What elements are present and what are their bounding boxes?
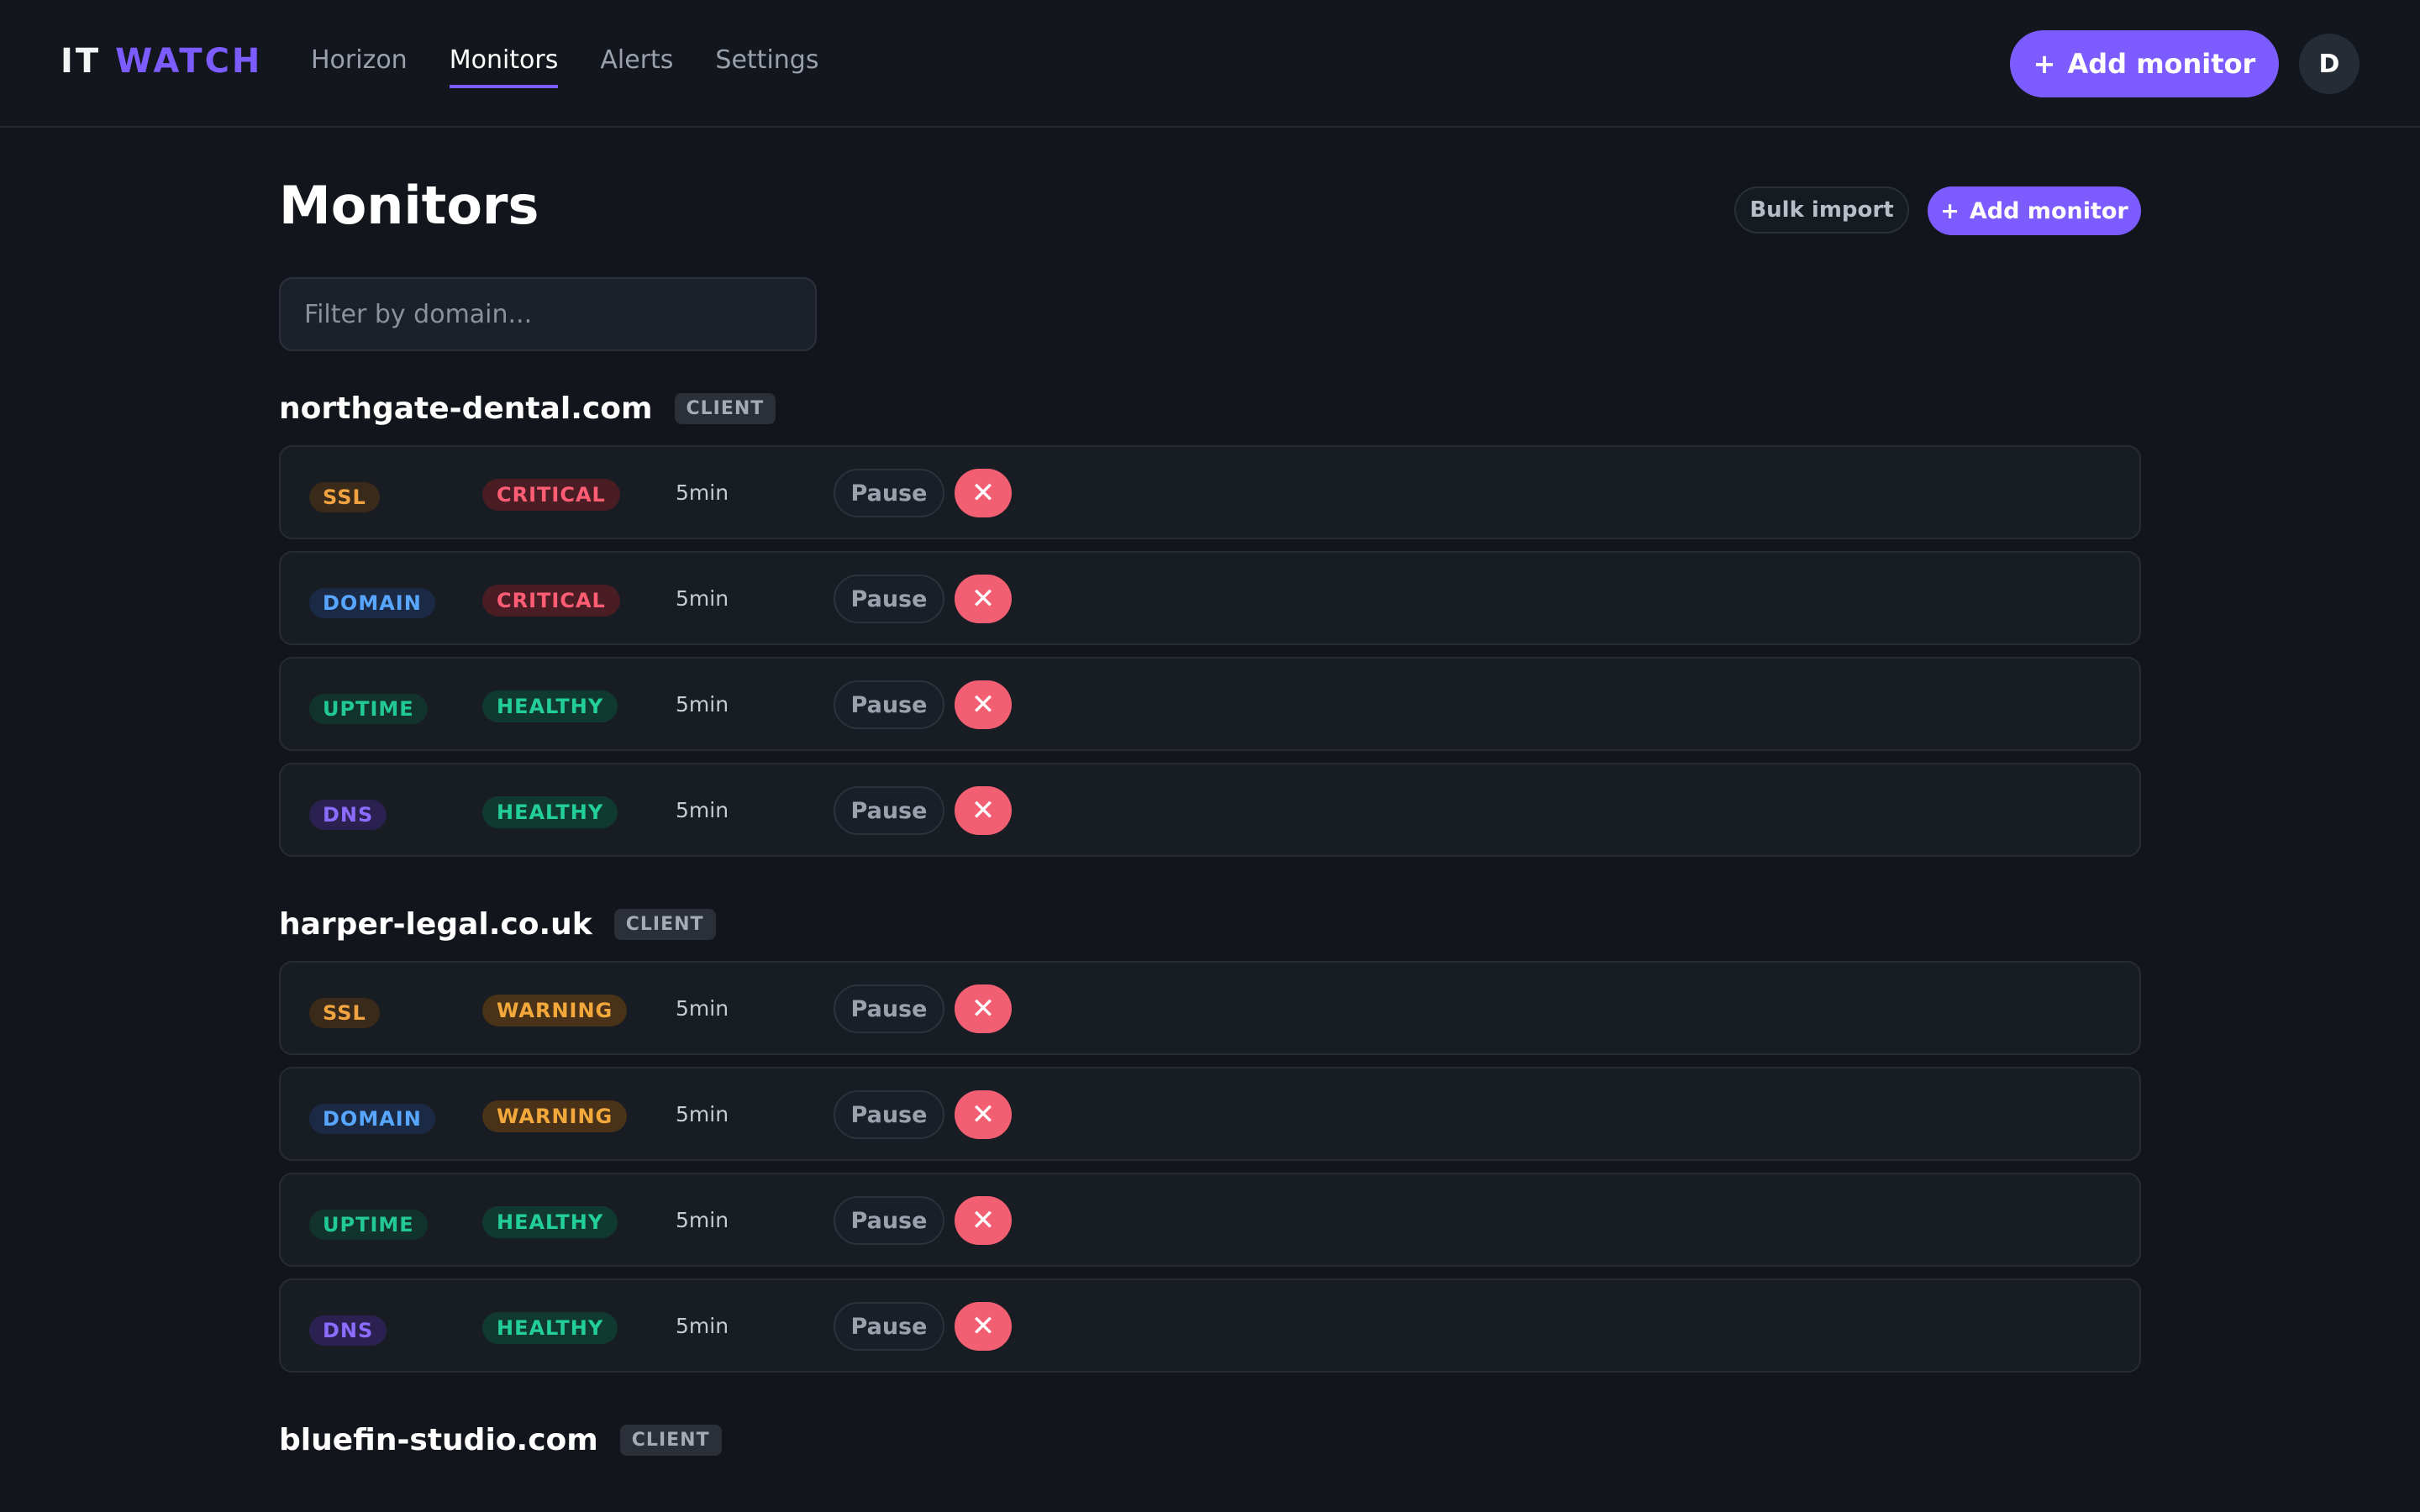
- monitor-list: SSL CRITICAL 5min Pause ✕ DOMAIN CRITICAL 5min P…: [279, 445, 2141, 857]
- monitor-type-tag: SSL: [309, 482, 380, 512]
- page-title: Monitors: [279, 175, 539, 236]
- close-icon: ✕: [971, 1310, 996, 1343]
- monitor-interval: 5min: [676, 996, 729, 1021]
- client-badge: CLIENT: [674, 392, 776, 424]
- close-icon: ✕: [971, 1204, 996, 1237]
- monitor-type-tag: DNS: [309, 1315, 387, 1346]
- monitor-group: bluefin-studio.com CLIENT: [279, 1415, 2141, 1477]
- monitor-status-badge: HEALTHY: [482, 796, 618, 828]
- monitor-row: DNS HEALTHY 5min Pause ✕: [279, 763, 2141, 857]
- group-header: bluefin-studio.com CLIENT: [279, 1415, 2141, 1465]
- logo[interactable]: IT WATCH: [60, 42, 262, 81]
- monitor-interval: 5min: [676, 1314, 729, 1338]
- monitor-status-badge: HEALTHY: [482, 690, 618, 722]
- monitor-list: SSL WARNING 5min Pause ✕ DOMAIN WARNING 5min Pau…: [279, 961, 2141, 1373]
- monitor-type-tag: SSL: [309, 998, 380, 1028]
- monitor-interval: 5min: [676, 798, 729, 822]
- monitor-status-badge: CRITICAL: [482, 479, 620, 511]
- monitor-row: SSL WARNING 5min Pause ✕: [279, 961, 2141, 1055]
- top-bar: IT WATCH Horizon Monitors Alerts Setting…: [0, 0, 2420, 128]
- pause-button[interactable]: Pause: [834, 469, 944, 517]
- avatar[interactable]: D: [2299, 34, 2360, 94]
- close-icon: ✕: [971, 476, 996, 510]
- add-monitor-button[interactable]: + Add monitor: [1928, 186, 2141, 235]
- monitor-status-badge: HEALTHY: [482, 1312, 618, 1344]
- monitor-row: UPTIME HEALTHY 5min Pause ✕: [279, 657, 2141, 751]
- monitor-interval: 5min: [676, 692, 729, 717]
- monitor-row: UPTIME HEALTHY 5min Pause ✕: [279, 1173, 2141, 1267]
- nav-item-monitors[interactable]: Monitors: [449, 45, 559, 88]
- nav-item-settings[interactable]: Settings: [715, 45, 818, 88]
- nav-item-alerts[interactable]: Alerts: [600, 45, 673, 88]
- group-header: northgate-dental.com CLIENT: [279, 383, 2141, 433]
- monitor-type-tag: UPTIME: [309, 694, 428, 724]
- main-nav: Horizon Monitors Alerts Settings: [311, 45, 818, 88]
- monitor-type-tag: DOMAIN: [309, 1104, 435, 1134]
- monitor-type-tag: UPTIME: [309, 1210, 428, 1240]
- pause-button[interactable]: Pause: [834, 1090, 944, 1139]
- add-monitor-label: Add monitor: [1969, 197, 2128, 224]
- monitor-group: northgate-dental.com CLIENT SSL CRITICAL 5mi…: [279, 383, 2141, 869]
- plus-icon: +: [1940, 197, 1960, 224]
- close-icon: ✕: [971, 992, 996, 1026]
- monitor-status-badge: CRITICAL: [482, 585, 620, 617]
- header-add-monitor-label: Add monitor: [2067, 48, 2256, 80]
- pause-button[interactable]: Pause: [834, 575, 944, 623]
- monitor-interval: 5min: [676, 586, 729, 611]
- logo-part-it: IT: [60, 42, 102, 81]
- remove-monitor-button[interactable]: ✕: [955, 1302, 1012, 1351]
- monitor-type-tag: DOMAIN: [309, 588, 435, 618]
- group-domain[interactable]: harper-legal.co.uk: [279, 907, 592, 942]
- group-domain[interactable]: bluefin-studio.com: [279, 1423, 598, 1457]
- remove-monitor-button[interactable]: ✕: [955, 786, 1012, 835]
- client-badge: CLIENT: [619, 1424, 722, 1456]
- domain-filter-input[interactable]: [279, 277, 817, 351]
- close-icon: ✕: [971, 582, 996, 616]
- monitor-status-badge: WARNING: [482, 995, 628, 1026]
- close-icon: ✕: [971, 688, 996, 722]
- monitor-row: DOMAIN CRITICAL 5min Pause ✕: [279, 551, 2141, 645]
- monitor-interval: 5min: [676, 1208, 729, 1232]
- client-badge: CLIENT: [613, 908, 716, 940]
- remove-monitor-button[interactable]: ✕: [955, 575, 1012, 623]
- monitor-group: harper-legal.co.uk CLIENT SSL WARNING 5min Pa…: [279, 899, 2141, 1384]
- close-icon: ✕: [971, 794, 996, 827]
- pause-button[interactable]: Pause: [834, 1196, 944, 1245]
- pause-button[interactable]: Pause: [834, 786, 944, 835]
- monitor-status-badge: HEALTHY: [482, 1206, 618, 1238]
- monitor-interval: 5min: [676, 1102, 729, 1126]
- group-domain[interactable]: northgate-dental.com: [279, 391, 653, 426]
- monitor-status-badge: WARNING: [482, 1100, 628, 1132]
- monitor-row: SSL CRITICAL 5min Pause ✕: [279, 445, 2141, 539]
- bulk-import-button[interactable]: Bulk import: [1734, 186, 1909, 234]
- remove-monitor-button[interactable]: ✕: [955, 1196, 1012, 1245]
- pause-button[interactable]: Pause: [834, 1302, 944, 1351]
- close-icon: ✕: [971, 1098, 996, 1131]
- remove-monitor-button[interactable]: ✕: [955, 680, 1012, 729]
- monitor-type-tag: DNS: [309, 800, 387, 830]
- plus-icon: +: [2033, 48, 2056, 80]
- monitor-row: DNS HEALTHY 5min Pause ✕: [279, 1278, 2141, 1373]
- remove-monitor-button[interactable]: ✕: [955, 1090, 1012, 1139]
- logo-part-watch: WATCH: [115, 42, 263, 81]
- group-header: harper-legal.co.uk CLIENT: [279, 899, 2141, 949]
- monitor-interval: 5min: [676, 480, 729, 505]
- monitor-row: DOMAIN WARNING 5min Pause ✕: [279, 1067, 2141, 1161]
- header-add-monitor-button[interactable]: + Add monitor: [2010, 30, 2279, 97]
- pause-button[interactable]: Pause: [834, 680, 944, 729]
- pause-button[interactable]: Pause: [834, 984, 944, 1033]
- nav-item-horizon[interactable]: Horizon: [311, 45, 408, 88]
- remove-monitor-button[interactable]: ✕: [955, 469, 1012, 517]
- remove-monitor-button[interactable]: ✕: [955, 984, 1012, 1033]
